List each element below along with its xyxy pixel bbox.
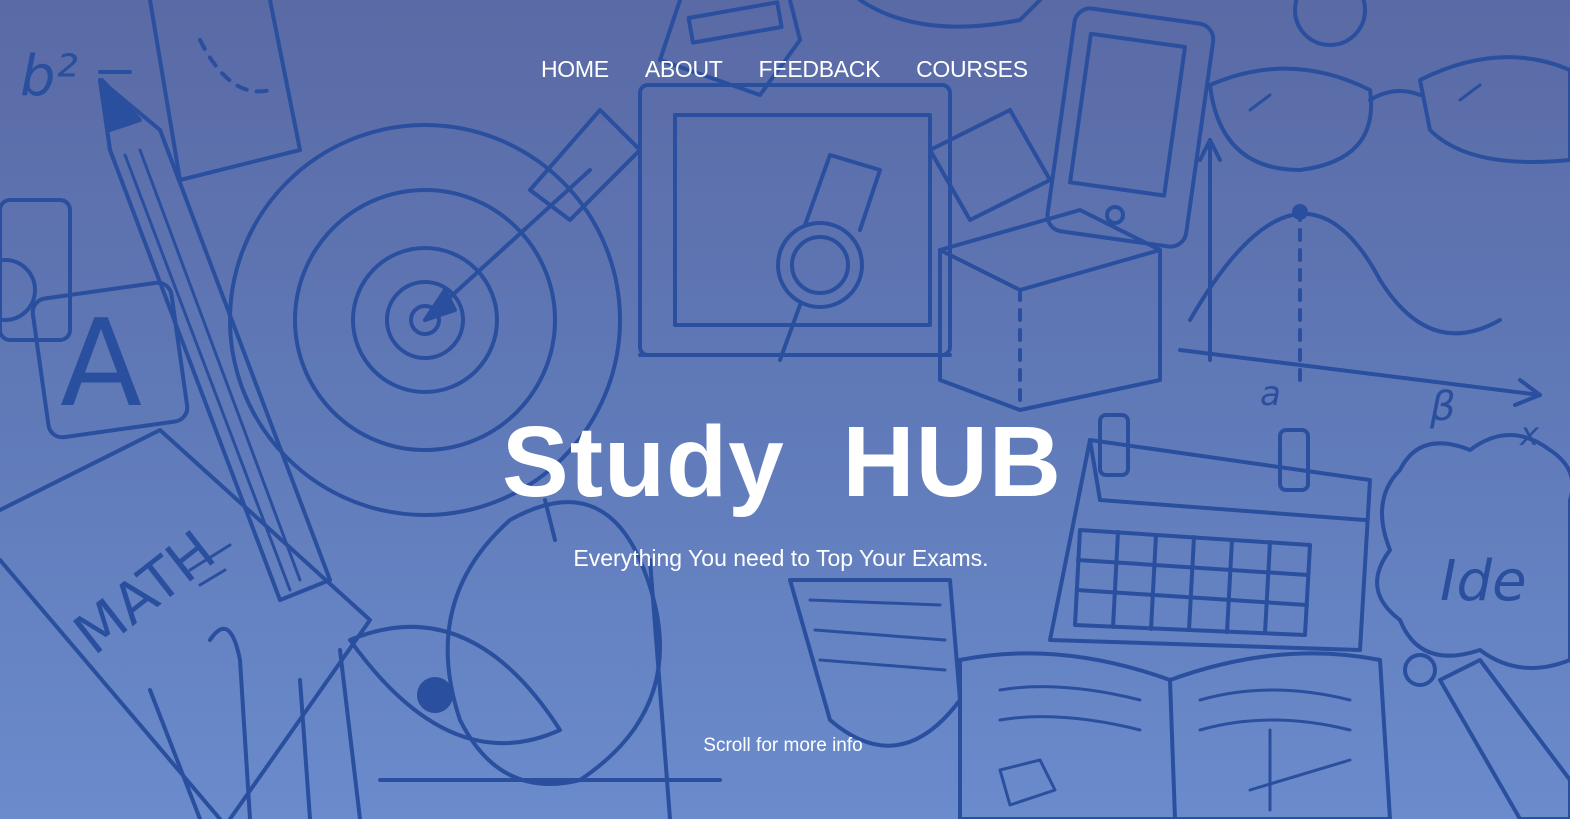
main-nav: HOME ABOUT FEEDBACK COURSES xyxy=(541,56,1028,83)
formula-doodle: b² xyxy=(20,44,78,109)
nav-feedback-link[interactable]: FEEDBACK xyxy=(759,56,881,83)
hero-tagline: Everything You need to Top Your Exams. xyxy=(573,545,989,571)
hero-title: Study HUB xyxy=(502,406,1062,518)
hero-section: b² A MATH a β x Ide HOME ABOUT FEEDBACK … xyxy=(0,0,1570,819)
math-book-doodle: MATH xyxy=(63,519,228,668)
nav-about-link[interactable]: ABOUT xyxy=(645,56,723,83)
nav-home-link[interactable]: HOME xyxy=(541,56,609,83)
nav-courses-link[interactable]: COURSES xyxy=(916,56,1028,83)
scroll-hint-link[interactable]: Scroll for more info xyxy=(0,735,1570,757)
